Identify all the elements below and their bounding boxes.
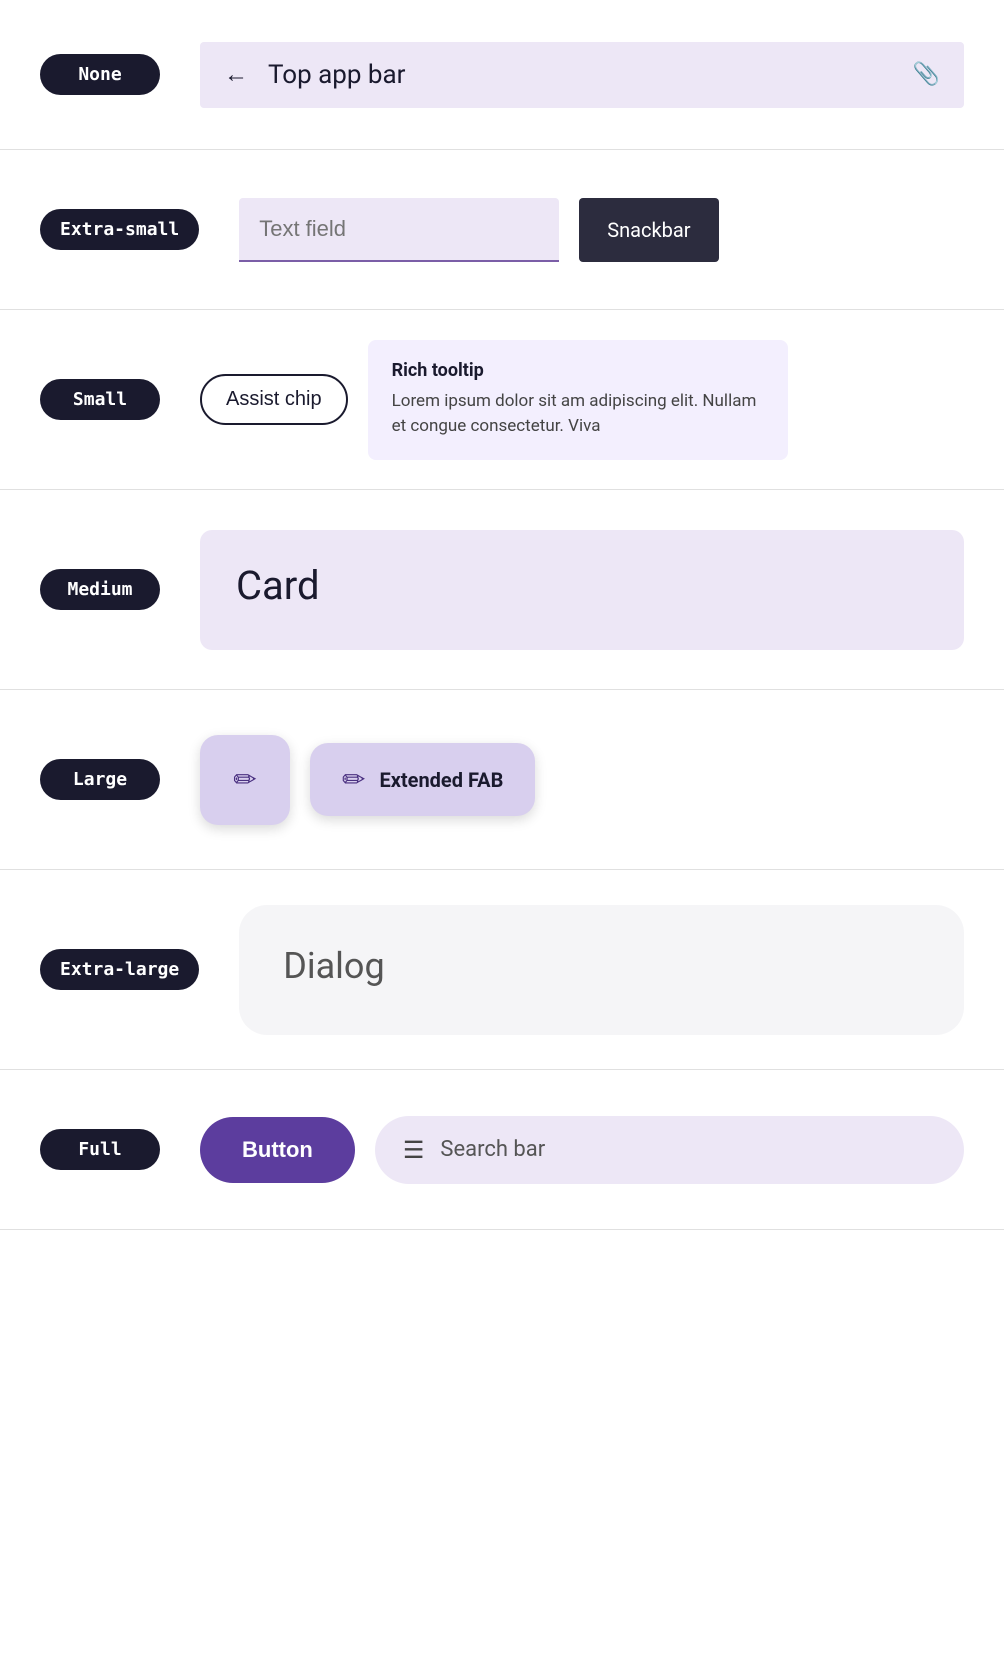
badge-small: Small xyxy=(40,379,160,420)
extended-fab-label: Extended FAB xyxy=(379,768,503,792)
rich-tooltip-title: Rich tooltip xyxy=(392,360,764,381)
snackbar: Snackbar xyxy=(579,198,718,262)
badge-full: Full xyxy=(40,1129,160,1170)
primary-button[interactable]: Button xyxy=(200,1117,355,1183)
badge-medium: Medium xyxy=(40,569,160,610)
rich-tooltip: Rich tooltip Lorem ipsum dolor sit am ad… xyxy=(368,340,788,460)
card-title: Card xyxy=(236,562,320,609)
fab-edit-icon: ✏ xyxy=(233,763,256,796)
row-full: Full Button ☰ Search bar xyxy=(0,1070,1004,1230)
dialog-title: Dialog xyxy=(283,945,384,987)
menu-icon: ☰ xyxy=(403,1136,425,1164)
badge-large: Large xyxy=(40,759,160,800)
dialog[interactable]: Dialog xyxy=(239,905,964,1035)
content-full: Button ☰ Search bar xyxy=(200,1116,964,1184)
attach-icon[interactable]: 📎 xyxy=(913,62,940,87)
content-none: ← Top app bar 📎 xyxy=(200,42,964,108)
assist-chip-button[interactable]: Assist chip xyxy=(200,374,348,425)
card[interactable]: Card xyxy=(200,530,964,650)
badge-none: None xyxy=(40,54,160,95)
content-large: ✏ ✏ Extended FAB xyxy=(200,735,964,825)
content-extra-large: Dialog xyxy=(239,905,964,1035)
row-extra-large: Extra-large Dialog xyxy=(0,870,1004,1070)
content-medium: Card xyxy=(200,530,964,650)
fab-button[interactable]: ✏ xyxy=(200,735,290,825)
search-bar[interactable]: ☰ Search bar xyxy=(375,1116,964,1184)
row-extra-small: Extra-small Snackbar xyxy=(0,150,1004,310)
badge-extra-small: Extra-small xyxy=(40,209,199,250)
top-app-bar[interactable]: ← Top app bar 📎 xyxy=(200,42,964,108)
extended-fab-button[interactable]: ✏ Extended FAB xyxy=(310,743,535,816)
content-extra-small: Snackbar xyxy=(239,198,964,262)
row-small: Small Assist chip Rich tooltip Lorem ips… xyxy=(0,310,1004,490)
top-app-bar-title: Top app bar xyxy=(268,60,893,90)
text-field-input[interactable] xyxy=(239,198,559,262)
back-icon[interactable]: ← xyxy=(224,60,248,89)
row-none: None ← Top app bar 📎 xyxy=(0,0,1004,150)
extended-fab-edit-icon: ✏ xyxy=(342,763,365,796)
row-large: Large ✏ ✏ Extended FAB xyxy=(0,690,1004,870)
content-small: Assist chip Rich tooltip Lorem ipsum dol… xyxy=(200,340,964,460)
rich-tooltip-body: Lorem ipsum dolor sit am adipiscing elit… xyxy=(392,389,764,440)
search-bar-placeholder: Search bar xyxy=(440,1137,545,1162)
badge-extra-large: Extra-large xyxy=(40,949,199,990)
row-medium: Medium Card xyxy=(0,490,1004,690)
